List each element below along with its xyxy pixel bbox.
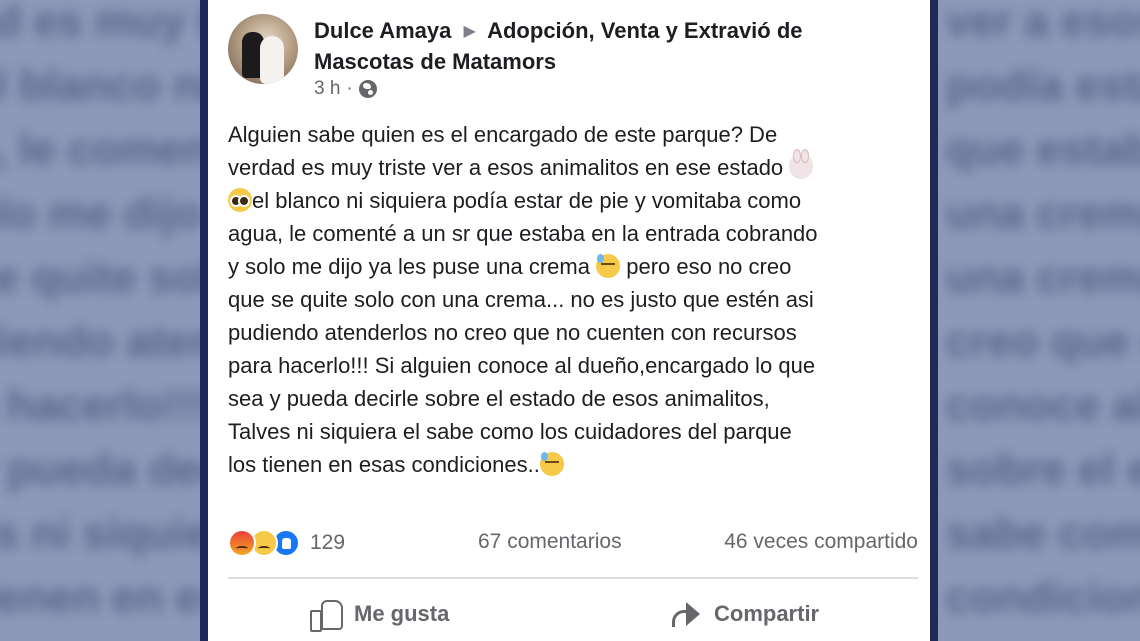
post-line: el blanco ni siquiera podía estar de pie… <box>228 184 918 217</box>
post-body: Alguien sabe quien es el encargado de es… <box>228 118 918 481</box>
downcast-face-icon <box>596 254 621 278</box>
post-meta: 3 h · <box>314 78 377 100</box>
blurred-background-left: ad es muy triste el blanco ni siquiera a… <box>0 0 200 641</box>
frame-border-left <box>200 0 208 641</box>
meta-separator: · <box>346 78 353 99</box>
comments-count-link[interactable]: 67 comentarios <box>478 530 622 554</box>
post-timestamp[interactable]: 3 h <box>314 78 340 100</box>
post-stats: 129 67 comentarios 46 veces compartido <box>228 524 918 560</box>
blurred-background-right: ver a esos animalitos podía estar de pie… <box>938 0 1140 641</box>
like-button[interactable]: Me gusta <box>310 594 449 634</box>
downcast-face-icon <box>539 452 564 476</box>
author-name-link[interactable]: Dulce Amaya <box>314 18 451 43</box>
blurred-background-text: ver a esos animalitos podía estar de pie… <box>946 0 1140 622</box>
post-line: Talves ni siquiera el sabe como los cuid… <box>228 419 792 444</box>
post-line: pudiendo atenderlos no creo que no cuent… <box>228 320 797 345</box>
triangle-right-icon: ▶ <box>463 23 476 40</box>
globe-icon[interactable] <box>358 80 377 98</box>
rabbit-face-icon <box>789 149 814 179</box>
divider <box>228 577 918 579</box>
pleading-face-icon <box>228 188 252 212</box>
thumbs-up-icon <box>310 598 343 632</box>
post-line: que se quite solo con una crema... no es… <box>228 287 814 312</box>
post-line: los tienen en esas condiciones.. <box>228 448 918 481</box>
shares-count-link[interactable]: 46 veces compartido <box>724 530 918 554</box>
reactions-summary[interactable]: 129 <box>228 528 345 558</box>
frame-border-right <box>930 0 938 641</box>
post-author-line: Dulce Amaya ▶ Adopción, Venta y Extravió… <box>314 16 904 77</box>
post-line: y solo me dijo ya les puse una crema per… <box>228 254 792 279</box>
share-button-label: Compartir <box>714 601 820 626</box>
post-line: sea y pueda decirle sobre el estado de e… <box>228 386 770 411</box>
post-actions: Me gusta Compartir <box>228 584 918 641</box>
blurred-background-text: ad es muy triste el blanco ni siquiera a… <box>0 0 200 622</box>
post-line: para hacerlo!!! Si alguien conoce al due… <box>228 353 816 378</box>
post-line: verdad es muy triste ver a esos animalit… <box>228 149 918 184</box>
avatar[interactable] <box>228 14 298 84</box>
avatar-figure-bride <box>260 36 284 84</box>
facebook-post: Dulce Amaya ▶ Adopción, Venta y Extravió… <box>208 0 930 641</box>
reaction-count: 129 <box>310 531 346 554</box>
share-button[interactable]: Compartir <box>670 594 819 634</box>
share-arrow-icon <box>670 598 702 630</box>
angry-reaction-icon <box>228 529 256 557</box>
like-button-label: Me gusta <box>354 601 450 626</box>
post-line: Alguien sabe quien es el encargado de es… <box>228 122 778 147</box>
post-line: agua, le comenté a un sr que estaba en l… <box>228 221 818 246</box>
